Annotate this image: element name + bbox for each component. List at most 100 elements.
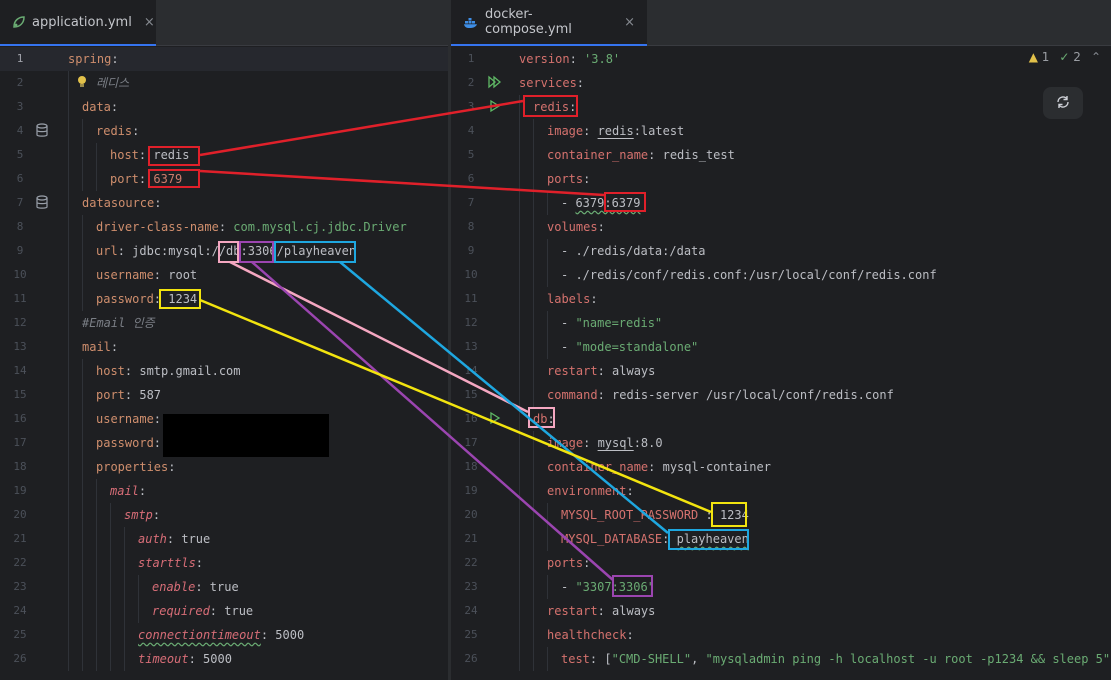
tab-docker-compose-yml[interactable]: docker-compose.yml ×: [451, 0, 647, 46]
indent-guide: [533, 239, 534, 263]
code-line[interactable]: 7 - 6379:6379: [451, 191, 1111, 215]
indent-guide: [68, 359, 69, 383]
left-code-area[interactable]: 1 spring: 2 레디스 3 data: 4 redis: 5 host: redis 6 po…: [0, 47, 448, 680]
indent-guide: [519, 647, 520, 671]
indent-guide: [519, 263, 520, 287]
code-line[interactable]: 11 labels:: [451, 287, 1111, 311]
code-line[interactable]: 23 - "3307:3306": [451, 575, 1111, 599]
code-line[interactable]: 18 properties:: [0, 455, 448, 479]
run-icon[interactable]: [488, 99, 504, 115]
code-line[interactable]: 15 port: 587: [0, 383, 448, 407]
code-line[interactable]: 1 version: '3.8': [451, 47, 1111, 71]
indent-guide: [533, 311, 534, 335]
code-line[interactable]: 14 host: smtp.gmail.com: [0, 359, 448, 383]
code-line[interactable]: 25 connectiontimeout: 5000: [0, 623, 448, 647]
code-line[interactable]: 10 - ./redis/conf/redis.conf:/usr/local/c…: [451, 263, 1111, 287]
warning-count[interactable]: ▲ 1: [1029, 50, 1050, 64]
code-line[interactable]: 8 driver-class-name: com.mysql.cj.jdbc.Dr…: [0, 215, 448, 239]
indent-guide: [533, 119, 534, 143]
code-line[interactable]: 2 services:: [451, 71, 1111, 95]
code-line[interactable]: 17 image: mysql:8.0: [451, 431, 1111, 455]
reload-changes-button[interactable]: [1043, 87, 1083, 119]
code-line[interactable]: 6 ports:: [451, 167, 1111, 191]
code-line[interactable]: 26 test: ["CMD-SHELL", "mysqladmin ping -…: [451, 647, 1111, 671]
code-line[interactable]: 4 redis:: [0, 119, 448, 143]
code-line[interactable]: 13 - "mode=standalone": [451, 335, 1111, 359]
code-line[interactable]: 19 environment:: [451, 479, 1111, 503]
code-text: username:: [96, 412, 162, 426]
line-number: 2: [16, 76, 24, 89]
lightbulb-icon[interactable]: [76, 75, 92, 91]
indent-guide: [68, 311, 69, 335]
indent-guide: [533, 167, 534, 191]
docker-compose-editor-pane: docker-compose.yml × 1 version: '3.8' 2 ser…: [451, 0, 1111, 680]
line-number: 22: [464, 556, 478, 569]
warning-icon: ▲: [1028, 50, 1038, 64]
code-line[interactable]: 5 host: redis: [0, 143, 448, 167]
code-line[interactable]: 23 enable: true: [0, 575, 448, 599]
code-line[interactable]: 14 restart: always: [451, 359, 1111, 383]
code-line[interactable]: 18 container_name: mysql-container: [451, 455, 1111, 479]
code-line[interactable]: 19 mail:: [0, 479, 448, 503]
inspection-widget[interactable]: ▲ 1 ✓ 2 ⌃: [1029, 50, 1101, 64]
indent-guide: [68, 551, 69, 575]
code-line[interactable]: 15 command: redis-server /usr/local/conf/…: [451, 383, 1111, 407]
indent-guide: [519, 431, 520, 455]
code-line[interactable]: 26 timeout: 5000: [0, 647, 448, 671]
code-line[interactable]: 3 data:: [0, 95, 448, 119]
code-text: 레디스: [96, 76, 130, 90]
code-line[interactable]: 22 ports:: [451, 551, 1111, 575]
run-all-icon[interactable]: [487, 75, 503, 91]
code-text: port: 6379: [110, 172, 183, 186]
code-line[interactable]: 1 spring:: [0, 47, 448, 71]
code-line[interactable]: 9 url: jdbc:mysql://db:3306/playheaven: [0, 239, 448, 263]
indent-guide: [124, 647, 125, 671]
code-line[interactable]: 2 레디스: [0, 71, 448, 95]
code-line[interactable]: 12 - "name=redis": [451, 311, 1111, 335]
left-tab-bar: application.yml ×: [0, 0, 448, 46]
indent-guide: [533, 479, 534, 503]
code-line[interactable]: 10 username: root: [0, 263, 448, 287]
code-line[interactable]: 5 container_name: redis_test: [451, 143, 1111, 167]
indent-guide: [519, 503, 520, 527]
indent-guide: [68, 287, 69, 311]
code-line[interactable]: 25 healthcheck:: [451, 623, 1111, 647]
code-line[interactable]: 4 image: redis:latest: [451, 119, 1111, 143]
indent-guide: [519, 239, 520, 263]
indent-guide: [124, 575, 125, 599]
code-line[interactable]: 22 starttls:: [0, 551, 448, 575]
chevron-up-icon[interactable]: ⌃: [1091, 50, 1101, 64]
line-number: 10: [464, 268, 478, 281]
code-line[interactable]: 9 - ./redis/data:/data: [451, 239, 1111, 263]
code-line[interactable]: 20 smtp:: [0, 503, 448, 527]
code-line[interactable]: 8 volumes:: [451, 215, 1111, 239]
indent-guide: [68, 239, 69, 263]
code-line[interactable]: 21 auth: true: [0, 527, 448, 551]
line-number: 1: [16, 52, 24, 65]
code-text: image: mysql:8.0: [547, 436, 663, 450]
code-line[interactable]: 6 port: 6379: [0, 167, 448, 191]
tab-application-yml[interactable]: application.yml ×: [0, 0, 156, 46]
code-line[interactable]: 16 db:: [451, 407, 1111, 431]
code-line[interactable]: 11 password: 1234: [0, 287, 448, 311]
database-icon[interactable]: [35, 195, 51, 211]
code-line[interactable]: 24 restart: always: [451, 599, 1111, 623]
code-text: #Email 인증: [82, 316, 155, 330]
code-line[interactable]: 7 datasource:: [0, 191, 448, 215]
close-icon[interactable]: ×: [624, 15, 635, 30]
code-line[interactable]: 24 required: true: [0, 599, 448, 623]
close-icon[interactable]: ×: [144, 15, 155, 30]
code-line[interactable]: 21 MYSQL_DATABASE: playheaven: [451, 527, 1111, 551]
code-line[interactable]: 20 MYSQL_ROOT_PASSWORD : 1234: [451, 503, 1111, 527]
code-line[interactable]: 12 #Email 인증: [0, 311, 448, 335]
code-text: - ./redis/data:/data: [561, 244, 706, 258]
code-line[interactable]: 13 mail:: [0, 335, 448, 359]
ok-count[interactable]: ✓ 2: [1059, 50, 1081, 64]
line-number: 25: [464, 628, 478, 641]
code-line[interactable]: 3 redis:: [451, 95, 1111, 119]
line-number: 7: [16, 196, 24, 209]
run-icon[interactable]: [488, 411, 504, 427]
indent-guide: [82, 407, 83, 431]
right-code-area[interactable]: 1 version: '3.8' 2 services: 3 redis: 4 image: …: [451, 47, 1111, 680]
database-icon[interactable]: [35, 123, 51, 139]
